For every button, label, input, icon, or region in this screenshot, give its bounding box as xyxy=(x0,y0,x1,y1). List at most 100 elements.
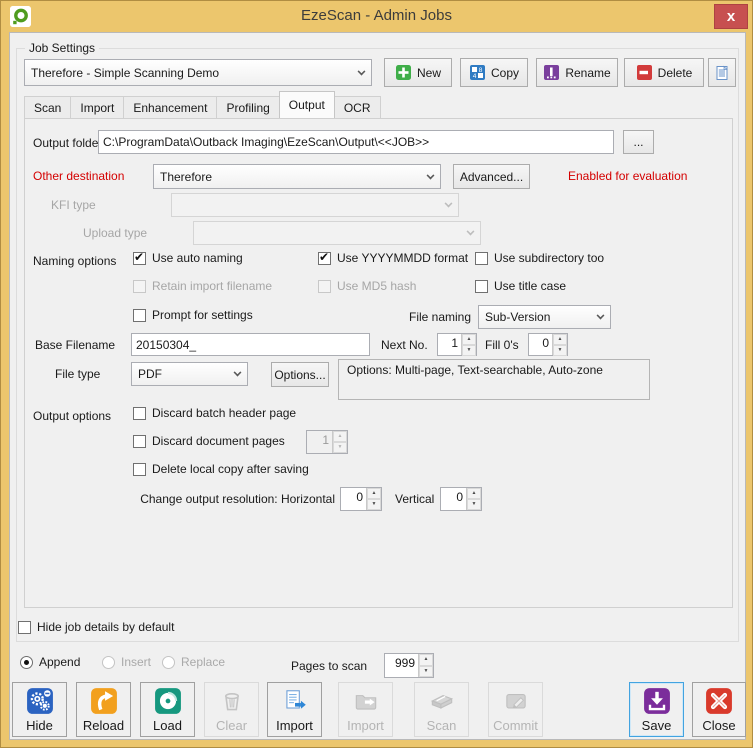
browse-folder-button[interactable]: ... xyxy=(623,130,654,154)
spin-up-icon[interactable]: ▲ xyxy=(462,334,476,345)
import-secondary-button: Import xyxy=(338,682,393,737)
delete-icon xyxy=(636,64,653,81)
save-icon xyxy=(643,687,671,715)
checkbox-use-auto-naming[interactable]: ✔ Use auto naming xyxy=(133,251,243,265)
next-no-spinner[interactable]: 1 ▲▼ xyxy=(437,333,477,356)
ezescan-window: EzeScan - Admin Jobs x Job Settings Ther… xyxy=(0,0,753,748)
checkbox-use-md5-hash: Use MD5 hash xyxy=(318,279,416,293)
spin-down-icon[interactable]: ▼ xyxy=(367,499,381,510)
tab-ocr[interactable]: OCR xyxy=(334,96,381,118)
disc-icon xyxy=(154,687,182,715)
titlebar-close-button[interactable]: x xyxy=(714,4,748,29)
spin-up-icon[interactable]: ▲ xyxy=(367,488,381,499)
group-label: Job Settings xyxy=(25,41,99,55)
file-type-label: File type xyxy=(55,367,100,381)
upload-type-combo xyxy=(193,221,481,245)
checkbox-hide-job-details[interactable]: Hide job details by default xyxy=(18,620,174,634)
fill-zeros-spinner[interactable]: 0 ▲▼ xyxy=(528,333,568,356)
new-icon xyxy=(395,64,412,81)
spin-down-icon[interactable]: ▼ xyxy=(462,345,476,356)
rename-button[interactable]: Rename xyxy=(536,58,618,87)
job-report-button[interactable] xyxy=(708,58,736,87)
fill-zeros-label: Fill 0's xyxy=(485,338,519,352)
spin-down-icon[interactable]: ▼ xyxy=(419,666,433,678)
radio-replace: Replace xyxy=(162,655,225,669)
file-type-combo[interactable]: PDF xyxy=(131,362,248,386)
spin-up-icon[interactable]: ▲ xyxy=(553,334,567,345)
spin-down-icon[interactable]: ▼ xyxy=(553,345,567,356)
checkbox-retain-import-filename: Retain import filename xyxy=(133,279,272,293)
delete-button[interactable]: Delete xyxy=(624,58,704,87)
spin-up-icon[interactable]: ▲ xyxy=(419,654,433,666)
clear-button: Clear xyxy=(204,682,259,737)
output-tab-page: Output folder C:\ProgramData\Outback Ima… xyxy=(24,118,733,608)
checkbox-use-title-case[interactable]: Use title case xyxy=(475,279,566,293)
save-button[interactable]: Save xyxy=(629,682,684,737)
import-folder-icon xyxy=(352,687,380,715)
load-button[interactable]: Load xyxy=(140,682,195,737)
chevron-down-icon xyxy=(427,171,435,179)
job-selector-value: Therefore - Simple Scanning Demo xyxy=(31,66,354,80)
window-title: EzeScan - Admin Jobs xyxy=(1,1,752,31)
other-destination-label: Other destination xyxy=(33,169,124,183)
document-icon xyxy=(713,64,731,82)
copy-icon: 4 8 xyxy=(469,64,486,81)
gears-icon xyxy=(26,687,54,715)
check-icon: ✔ xyxy=(134,250,144,264)
file-type-options-button[interactable]: Options... xyxy=(271,362,329,387)
rename-icon xyxy=(543,64,560,81)
next-no-label: Next No. xyxy=(381,338,428,352)
hide-button[interactable]: Hide xyxy=(12,682,67,737)
job-selector-combo[interactable]: Therefore - Simple Scanning Demo xyxy=(24,59,372,86)
chevron-down-icon xyxy=(234,369,242,377)
checkbox-discard-document-pages[interactable]: Discard document pages xyxy=(133,434,285,448)
output-folder-input[interactable]: C:\ProgramData\Outback Imaging\EzeScan\O… xyxy=(98,130,614,154)
chevron-down-icon xyxy=(467,228,475,236)
app-logo-icon xyxy=(10,6,31,27)
delete-button-label: Delete xyxy=(658,66,693,80)
checkbox-prompt-for-settings[interactable]: Prompt for settings xyxy=(133,308,253,322)
checkbox-use-yyyymmdd[interactable]: ✔ Use YYYYMMDD format xyxy=(318,251,468,265)
file-naming-label: File naming xyxy=(409,310,471,324)
upload-type-label: Upload type xyxy=(83,226,147,240)
scan-button: Scan xyxy=(414,682,469,737)
tab-strip: Scan Import Enhancement Profiling Output… xyxy=(24,94,380,118)
pages-to-scan-spinner[interactable]: 999 ▲▼ xyxy=(384,653,434,678)
evaluation-note: Enabled for evaluation xyxy=(568,169,687,183)
spin-down-icon[interactable]: ▼ xyxy=(467,499,481,510)
advanced-button[interactable]: Advanced... xyxy=(453,164,530,189)
copy-button[interactable]: 4 8 Copy xyxy=(460,58,528,87)
new-button[interactable]: New xyxy=(384,58,452,87)
other-destination-combo[interactable]: Therefore xyxy=(153,164,441,189)
scanner-icon xyxy=(428,687,456,715)
tab-enhancement[interactable]: Enhancement xyxy=(123,96,217,118)
tab-output[interactable]: Output xyxy=(279,91,335,118)
spin-up-icon[interactable]: ▲ xyxy=(467,488,481,499)
resolution-vertical-spinner[interactable]: 0 ▲▼ xyxy=(440,487,482,511)
chevron-down-icon xyxy=(445,200,453,208)
resolution-horizontal-spinner[interactable]: 0 ▲▼ xyxy=(340,487,382,511)
output-folder-label: Output folder xyxy=(33,136,102,150)
spin-up-icon: ▲ xyxy=(333,431,347,442)
checkbox-use-subdirectory[interactable]: Use subdirectory too xyxy=(475,251,604,265)
tab-profiling[interactable]: Profiling xyxy=(216,96,279,118)
resolution-label: Change output resolution: Horizontal xyxy=(91,492,335,506)
new-button-label: New xyxy=(417,66,441,80)
tab-scan[interactable]: Scan xyxy=(24,96,71,118)
tab-import[interactable]: Import xyxy=(70,96,124,118)
checkbox-discard-batch-header[interactable]: Discard batch header page xyxy=(133,406,296,420)
spin-down-icon: ▼ xyxy=(333,442,347,453)
dialog-body: Job Settings Therefore - Simple Scanning… xyxy=(9,32,746,740)
radio-append[interactable]: Append xyxy=(20,655,80,669)
chevron-down-icon xyxy=(597,312,605,320)
chevron-down-icon xyxy=(358,67,366,75)
base-filename-input[interactable]: 20150304_ xyxy=(131,333,370,356)
close-button[interactable]: Close xyxy=(692,682,746,737)
commit-icon xyxy=(502,687,530,715)
import-document-icon xyxy=(281,687,309,715)
file-naming-combo[interactable]: Sub-Version xyxy=(478,305,611,329)
reload-button[interactable]: Reload xyxy=(76,682,131,737)
import-button[interactable]: Import xyxy=(267,682,322,737)
checkbox-delete-local-copy[interactable]: Delete local copy after saving xyxy=(133,462,309,476)
discard-pages-spinner: 1 ▲▼ xyxy=(306,430,348,454)
